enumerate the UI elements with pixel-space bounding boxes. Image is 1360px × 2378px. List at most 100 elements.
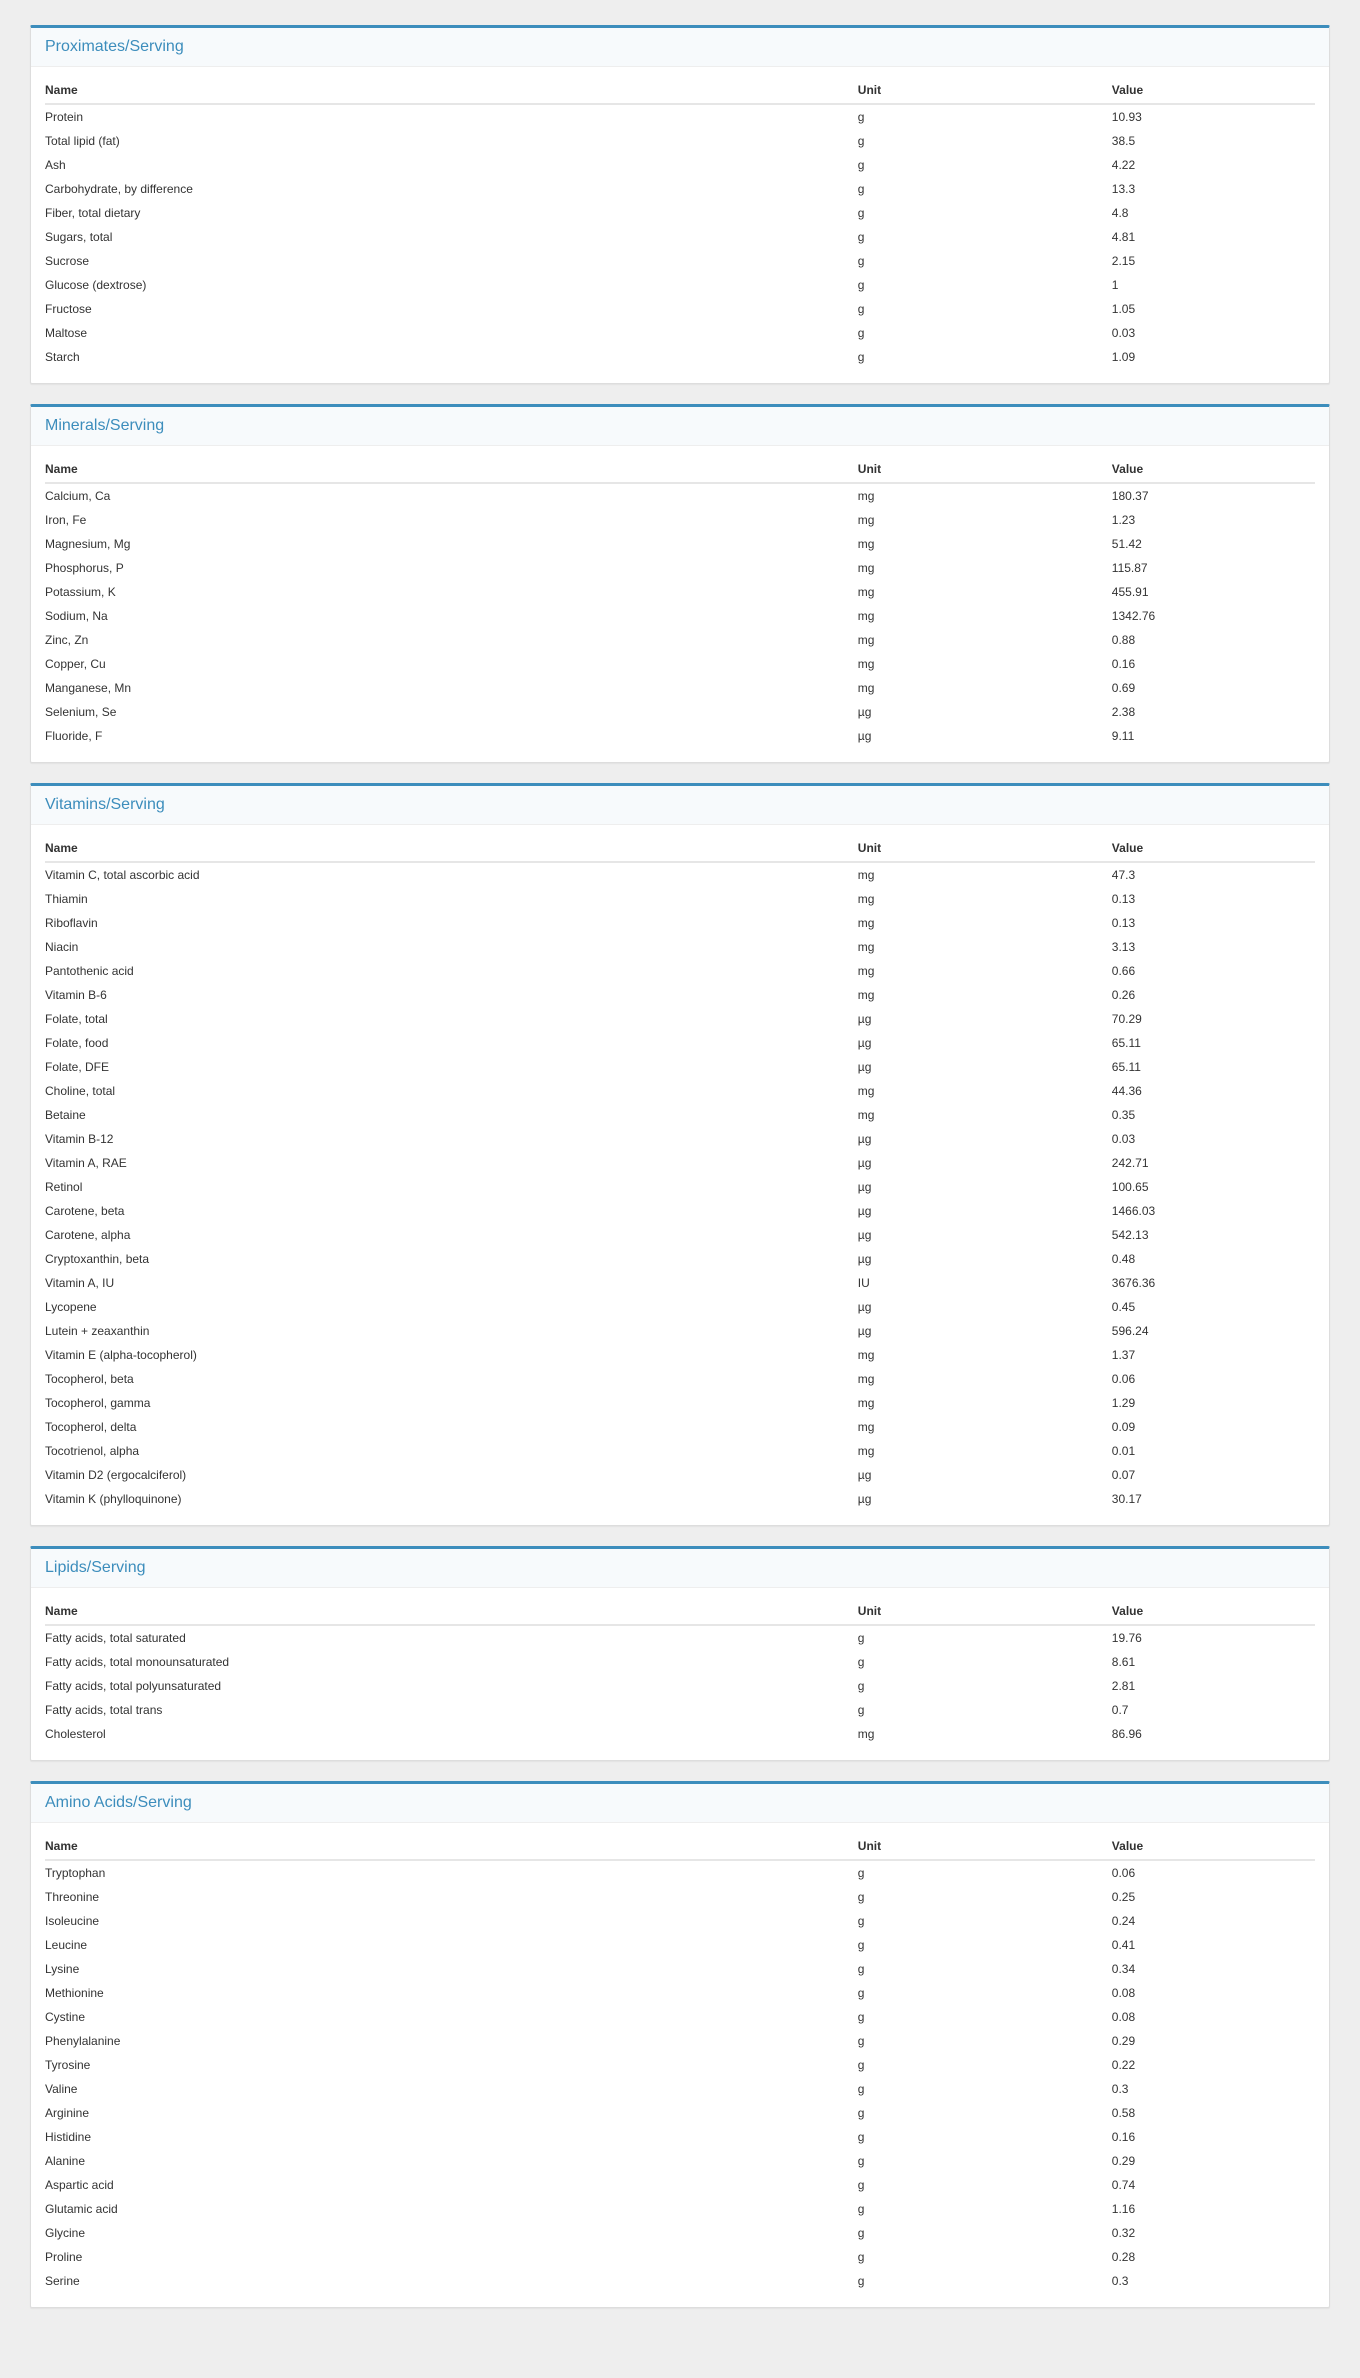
table-row: Cryptoxanthin, betaµg0.48 [45,1247,1315,1271]
cell-unit: g [858,2101,1112,2125]
nutrition-table: NameUnitValueCalcium, Camg180.37Iron, Fe… [45,456,1315,748]
cell-value: 47.3 [1112,862,1315,887]
cell-name: Vitamin A, RAE [45,1151,858,1175]
cell-unit: mg [858,652,1112,676]
cell-value: 4.22 [1112,153,1315,177]
cell-value: 38.5 [1112,129,1315,153]
cell-name: Glutamic acid [45,2197,858,2221]
column-header-value: Value [1112,77,1315,104]
table-row: Glucose (dextrose)g1 [45,273,1315,297]
table-row: Betainemg0.35 [45,1103,1315,1127]
table-row: Fatty acids, total transg0.7 [45,1698,1315,1722]
cell-value: 0.16 [1112,2125,1315,2149]
cell-name: Manganese, Mn [45,676,858,700]
cell-unit: mg [858,935,1112,959]
cell-name: Retinol [45,1175,858,1199]
table-row: Sucroseg2.15 [45,249,1315,273]
table-row: Carotene, betaµg1466.03 [45,1199,1315,1223]
table-row: Starchg1.09 [45,345,1315,369]
cell-value: 0.34 [1112,1957,1315,1981]
cell-value: 1.05 [1112,297,1315,321]
cell-unit: µg [858,1295,1112,1319]
cell-unit: mg [858,1415,1112,1439]
nutrition-table: NameUnitValueTryptophang0.06Threonineg0.… [45,1833,1315,2293]
cell-name: Vitamin B-6 [45,983,858,1007]
cell-unit: mg [858,1722,1112,1746]
cell-value: 86.96 [1112,1722,1315,1746]
cell-value: 0.06 [1112,1860,1315,1885]
cell-name: Carbohydrate, by difference [45,177,858,201]
cell-value: 0.35 [1112,1103,1315,1127]
panel-body: NameUnitValueTryptophang0.06Threonineg0.… [31,1823,1329,2307]
cell-unit: g [858,1698,1112,1722]
panel-title: Proximates/Serving [31,28,1329,67]
cell-name: Phosphorus, P [45,556,858,580]
cell-unit: µg [858,700,1112,724]
column-header-value: Value [1112,1833,1315,1860]
cell-name: Fructose [45,297,858,321]
cell-value: 65.11 [1112,1031,1315,1055]
column-header-name: Name [45,77,858,104]
cell-value: 0.32 [1112,2221,1315,2245]
table-row: Isoleucineg0.24 [45,1909,1315,1933]
cell-name: Leucine [45,1933,858,1957]
cell-name: Alanine [45,2149,858,2173]
cell-name: Sodium, Na [45,604,858,628]
cell-name: Fluoride, F [45,724,858,748]
cell-unit: µg [858,724,1112,748]
table-row: Magnesium, Mgmg51.42 [45,532,1315,556]
column-header-value: Value [1112,835,1315,862]
cell-name: Choline, total [45,1079,858,1103]
cell-name: Glucose (dextrose) [45,273,858,297]
cell-name: Carotene, alpha [45,1223,858,1247]
cell-name: Vitamin C, total ascorbic acid [45,862,858,887]
cell-value: 0.06 [1112,1367,1315,1391]
table-row: Phosphorus, Pmg115.87 [45,556,1315,580]
table-row: Histidineg0.16 [45,2125,1315,2149]
nutrition-table: NameUnitValue Vitamin C, total ascorbic a… [45,835,1315,1511]
table-row: Tocopherol, gammamg1.29 [45,1391,1315,1415]
table-row: Arginineg0.58 [45,2101,1315,2125]
cell-name: Cholesterol [45,1722,858,1746]
cell-unit: g [858,2221,1112,2245]
table-row: Tocotrienol, alphamg0.01 [45,1439,1315,1463]
cell-name: Betaine [45,1103,858,1127]
cell-unit: IU [858,1271,1112,1295]
column-header-unit: Unit [858,835,1112,862]
column-header-unit: Unit [858,456,1112,483]
cell-unit: g [858,1625,1112,1650]
cell-unit: g [858,2269,1112,2293]
cell-value: 0.66 [1112,959,1315,983]
cell-value: 1466.03 [1112,1199,1315,1223]
cell-unit: g [858,153,1112,177]
table-row: Fiber, total dietaryg4.8 [45,201,1315,225]
cell-value: 0.7 [1112,1698,1315,1722]
cell-unit: µg [858,1127,1112,1151]
table-row: Folate, DFEµg65.11 [45,1055,1315,1079]
cell-unit: mg [858,1391,1112,1415]
nutrition-table: NameUnitValueProteing10.93Total lipid (f… [45,77,1315,369]
cell-value: 0.13 [1112,911,1315,935]
cell-unit: g [858,104,1112,129]
nutrition-panel: Minerals/ServingNameUnitValueCalcium, Ca… [30,404,1330,763]
cell-unit: g [858,321,1112,345]
cell-value: 0.25 [1112,1885,1315,1909]
column-header-value: Value [1112,456,1315,483]
column-header-name: Name [45,835,858,862]
cell-value: 242.71 [1112,1151,1315,1175]
cell-name: Total lipid (fat) [45,129,858,153]
cell-value: 100.65 [1112,1175,1315,1199]
cell-name: Selenium, Se [45,700,858,724]
table-row: Alanineg0.29 [45,2149,1315,2173]
cell-unit: g [858,1957,1112,1981]
cell-value: 2.38 [1112,700,1315,724]
cell-name: Pantothenic acid [45,959,858,983]
cell-name: Maltose [45,321,858,345]
panel-body: NameUnitValue Vitamin C, total ascorbic a… [31,825,1329,1525]
cell-name: Iron, Fe [45,508,858,532]
cell-value: 1.09 [1112,345,1315,369]
table-row: Fatty acids, total monounsaturatedg8.61 [45,1650,1315,1674]
cell-unit: µg [858,1007,1112,1031]
cell-value: 65.11 [1112,1055,1315,1079]
cell-value: 10.93 [1112,104,1315,129]
